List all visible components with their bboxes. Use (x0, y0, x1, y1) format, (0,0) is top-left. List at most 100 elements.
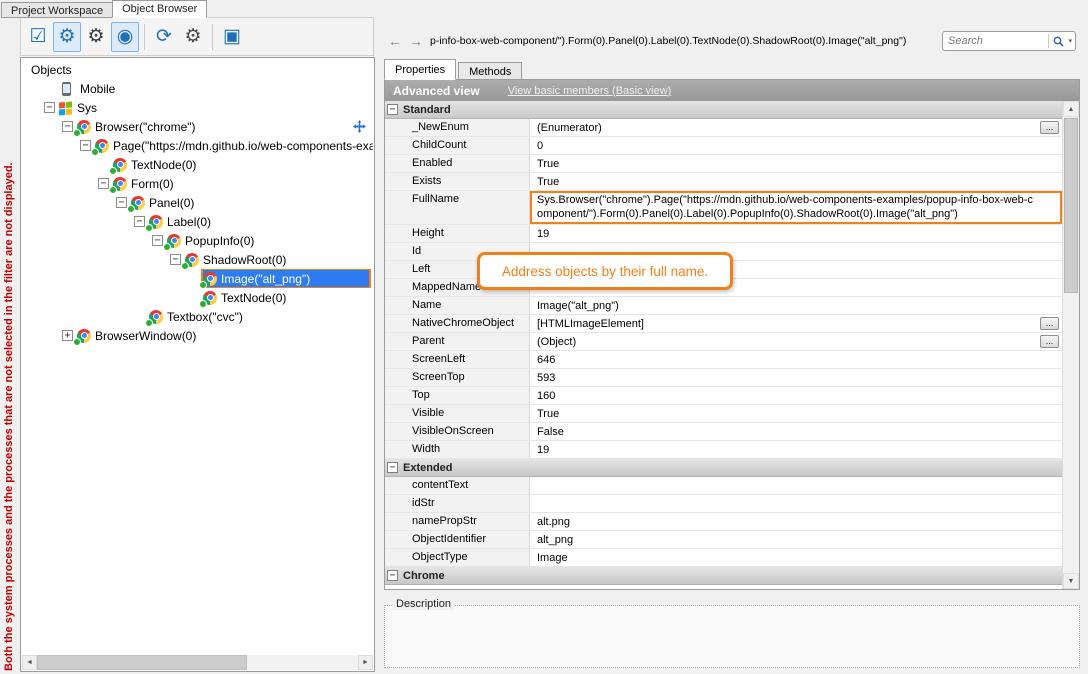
property-value[interactable]: [HTMLImageElement]... (530, 315, 1062, 332)
property-value[interactable]: 19 (530, 225, 1062, 242)
property-value[interactable]: False (530, 423, 1062, 440)
property-name[interactable]: Exists (385, 173, 530, 190)
collapse-icon[interactable]: − (134, 216, 145, 227)
property-value[interactable]: Sys.Browser("chrome").Page("https://mdn.… (530, 191, 1062, 224)
back-arrow-icon[interactable]: ← (388, 33, 402, 49)
collapse-icon[interactable]: − (170, 254, 181, 265)
tree-item[interactable]: TextNode(0) (22, 155, 373, 174)
section-header[interactable]: −Chrome (385, 567, 1062, 585)
tree-item-body[interactable]: Sys (58, 98, 101, 117)
tree-item[interactable]: −Panel(0) (22, 193, 373, 212)
property-row[interactable]: ExistsTrue (385, 173, 1062, 191)
tree-item[interactable]: Image("alt_png") (22, 269, 373, 288)
tree-item-body[interactable]: Browser("chrome") (76, 117, 200, 136)
collapse-icon[interactable]: − (387, 570, 398, 581)
property-row[interactable]: Top160 (385, 387, 1062, 405)
property-value[interactable]: 646 (530, 351, 1062, 368)
tree-item-body[interactable]: Image("alt_png") (202, 269, 370, 288)
property-row[interactable]: Height19 (385, 225, 1062, 243)
tab-properties[interactable]: Properties (384, 59, 456, 80)
tree-item-body[interactable]: BrowserWindow(0) (76, 326, 200, 345)
property-name[interactable]: ObjectIdentifier (385, 531, 530, 548)
property-row[interactable]: contentText (385, 477, 1062, 495)
tree-item-body[interactable]: Objects (26, 60, 76, 79)
property-row[interactable]: idStr (385, 495, 1062, 513)
tree-item-body[interactable]: Form(0) (112, 174, 178, 193)
scroll-up-icon[interactable]: ▲ (1063, 101, 1079, 117)
property-row[interactable]: ScreenTop593 (385, 369, 1062, 387)
property-name[interactable]: NativeChromeObject (385, 315, 530, 332)
property-name[interactable]: ChildCount (385, 137, 530, 154)
property-name[interactable]: Parent (385, 333, 530, 350)
property-name[interactable]: contentText (385, 477, 530, 494)
property-value[interactable]: 160 (530, 387, 1062, 404)
property-value[interactable]: 0 (530, 137, 1062, 154)
property-row[interactable]: Width19 (385, 441, 1062, 459)
tab-object-browser[interactable]: Object Browser (112, 0, 207, 18)
property-row[interactable]: ScreenLeft646 (385, 351, 1062, 369)
dock-window-icon[interactable]: ▣ (218, 22, 246, 52)
settings-gear-icon[interactable]: ⚙ (82, 22, 110, 52)
tree-item[interactable]: −Sys (22, 98, 373, 117)
property-value[interactable]: Image("alt_png") (530, 297, 1062, 314)
tree-item[interactable]: Mobile (22, 79, 373, 98)
property-value[interactable] (530, 495, 1062, 512)
property-value[interactable]: 19 (530, 441, 1062, 458)
ellipsis-button[interactable]: ... (1040, 121, 1059, 134)
property-value[interactable]: (Object)... (530, 333, 1062, 350)
property-name[interactable]: ObjectType (385, 549, 530, 566)
property-value[interactable]: alt.png (530, 513, 1062, 530)
verify-objects-icon[interactable]: ☑ (24, 22, 52, 52)
tab-methods[interactable]: Methods (458, 62, 522, 80)
search-caret-icon[interactable]: ▾ (1068, 37, 1072, 45)
property-name[interactable]: _NewEnum (385, 119, 530, 136)
property-row[interactable]: ChildCount0 (385, 137, 1062, 155)
property-value[interactable]: (Enumerator)... (530, 119, 1062, 136)
forward-arrow-icon[interactable]: → (409, 33, 423, 49)
spy-highlight-icon[interactable]: ◉ (111, 22, 139, 52)
property-row[interactable]: NativeChromeObject[HTMLImageElement]... (385, 315, 1062, 333)
tree-item-body[interactable]: PopupInfo(0) (166, 231, 258, 250)
tree-item[interactable]: −Page("https://mdn.github.io/web-compone… (22, 136, 373, 155)
collapse-icon[interactable]: − (98, 178, 109, 189)
property-row[interactable]: NameImage("alt_png") (385, 297, 1062, 315)
tree-item[interactable]: −Label(0) (22, 212, 373, 231)
collapse-icon[interactable]: − (387, 462, 398, 473)
property-value[interactable]: True (530, 405, 1062, 422)
collapse-icon[interactable]: − (387, 104, 398, 115)
property-row[interactable]: VisibleTrue (385, 405, 1062, 423)
property-row[interactable]: VisibleOnScreenFalse (385, 423, 1062, 441)
property-value[interactable]: 593 (530, 369, 1062, 386)
property-name[interactable]: Width (385, 441, 530, 458)
horizontal-scrollbar-thumb[interactable] (37, 655, 247, 670)
property-row[interactable]: EnabledTrue (385, 155, 1062, 173)
property-value[interactable]: alt_png (530, 531, 1062, 548)
property-row[interactable]: _NewEnum(Enumerator)... (385, 119, 1062, 137)
tree-item-body[interactable]: Page("https://mdn.github.io/web-componen… (94, 136, 373, 155)
tree-item-body[interactable]: TextNode(0) (202, 288, 290, 307)
property-name[interactable]: idStr (385, 495, 530, 512)
property-name[interactable]: Top (385, 387, 530, 404)
property-name[interactable]: ScreenLeft (385, 351, 530, 368)
property-name[interactable]: namePropStr (385, 513, 530, 530)
tree-item[interactable]: TextNode(0) (22, 288, 373, 307)
property-value[interactable]: True (530, 173, 1062, 190)
property-value[interactable] (530, 477, 1062, 494)
search-icon[interactable] (1049, 36, 1068, 47)
property-name[interactable]: FullName (385, 191, 530, 224)
tree-item[interactable]: −ShadowRoot(0) (22, 250, 373, 269)
property-row[interactable]: ObjectIdentifieralt_png (385, 531, 1062, 549)
tree-item-body[interactable]: Panel(0) (130, 193, 198, 212)
collapse-icon[interactable]: − (152, 235, 163, 246)
tab-project-workspace[interactable]: Project Workspace (1, 2, 113, 18)
scroll-down-icon[interactable]: ▼ (1063, 573, 1079, 589)
tree-item-body[interactable]: ShadowRoot(0) (184, 250, 290, 269)
ellipsis-button[interactable]: ... (1040, 317, 1059, 330)
property-name[interactable]: Height (385, 225, 530, 242)
property-name[interactable]: ScreenTop (385, 369, 530, 386)
tree-item[interactable]: Objects (22, 60, 373, 79)
vertical-scrollbar-thumb[interactable] (1064, 118, 1078, 293)
collapse-icon[interactable]: − (44, 102, 55, 113)
expand-icon[interactable]: + (62, 330, 73, 341)
property-row[interactable]: Parent(Object)... (385, 333, 1062, 351)
